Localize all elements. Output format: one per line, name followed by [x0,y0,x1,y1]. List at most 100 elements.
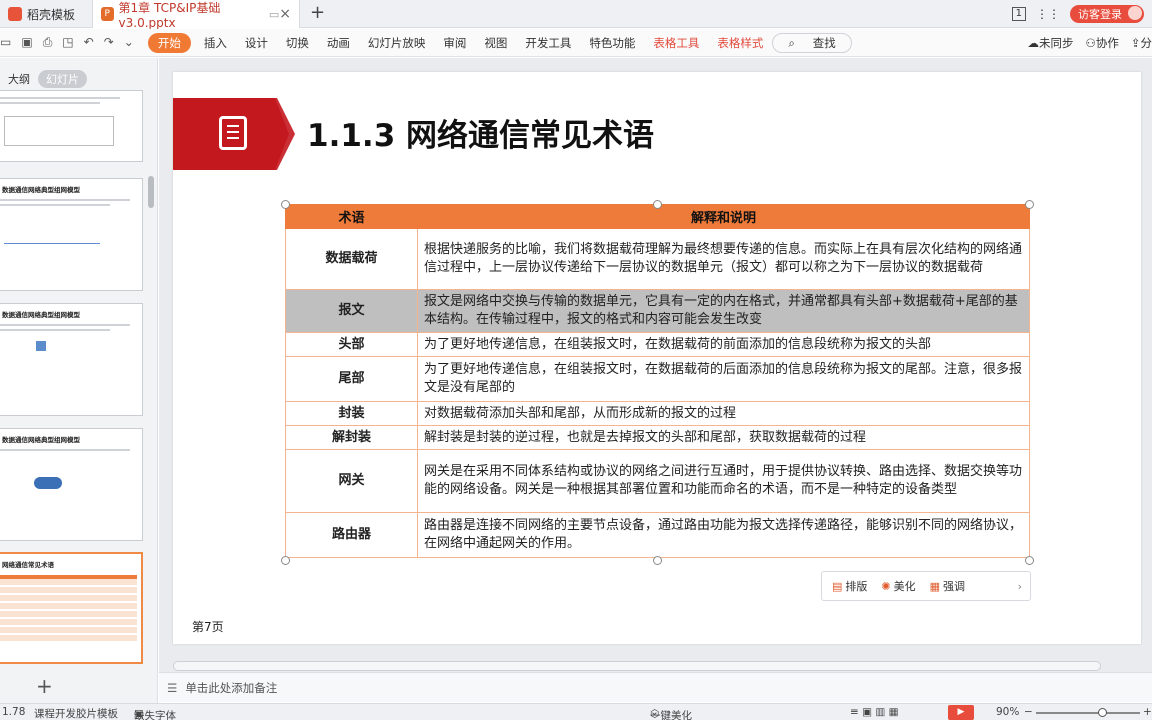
zoom-slider-knob[interactable] [1098,708,1107,717]
template-name[interactable]: 课程开发胶片模板 [34,706,118,720]
cloud-icon: ☁ [1027,36,1040,50]
play-slideshow-button[interactable]: ▶ [948,705,974,720]
table-row[interactable]: 封装 对数据载荷添加头部和尾部，从而形成新的报文的过程 [285,401,1030,426]
add-slide-icon[interactable]: + [36,674,53,698]
slide-thumbnail[interactable]: 数据通信网络典型组网模型 [0,303,143,416]
sync-status[interactable]: ☁未同步 [1028,35,1074,51]
search-label: 查找 [812,35,836,50]
tab-docer-templates[interactable]: 稻壳模板 [0,0,90,28]
slide-thumbnail[interactable] [0,90,143,162]
terms-table[interactable]: 术语 解释和说明 数据载荷 根据快递服务的比喻，我们将数据载荷理解为最终想要传递… [285,204,1030,558]
share-button[interactable]: ⇪分 [1131,35,1152,51]
table-row[interactable]: 数据载荷 根据快递服务的比喻，我们将数据载荷理解为最终想要传递的信息。而实际上在… [285,228,1030,290]
resize-handle[interactable] [281,556,290,565]
term-cell[interactable]: 尾部 [285,356,418,402]
more-chevron-icon[interactable]: ⌄ [124,35,134,50]
table-row-selected[interactable]: 报文 报文是网络中交换与传输的数据单元，它具有一定的内在格式，并通常都具有头部+… [285,289,1030,333]
zoom-level[interactable]: 90% [996,706,1019,718]
menu-table-style[interactable]: 表格样式 [708,35,772,51]
redo-icon[interactable]: ↷ [104,35,114,50]
description-cell[interactable]: 为了更好地传递信息，在组装报文时，在数据载荷的前面添加的信息段统称为报文的头部 [417,332,1030,357]
term-cell[interactable]: 报文 [285,289,418,333]
table-row[interactable]: 解封装 解封装是封装的逆过程，也就是去掉报文的头部和尾部，获取数据载荷的过程 [285,425,1030,450]
menu-transition[interactable]: 切换 [277,35,318,51]
resize-handle[interactable] [653,556,662,565]
status-slide-count: 1.78 [2,706,26,718]
panel-scrollbar[interactable] [148,176,154,208]
close-tab-icon[interactable]: × [279,6,291,22]
menu-slideshow[interactable]: 幻灯片放映 [359,35,435,51]
slides-panel: 大纲 幻灯片 数据通信网络典型组网模型 数据通信网络典型组网模型 数据通信网络典… [0,58,158,704]
resize-handle[interactable] [1025,556,1034,565]
description-cell[interactable]: 网关是在采用不同体系结构或协议的网络之间进行互通时，用于提供协议转换、路由选择、… [417,449,1030,513]
menu-design[interactable]: 设计 [236,35,277,51]
beautify-button[interactable]: ✺ 美化 [881,578,915,594]
term-cell[interactable]: 路由器 [285,512,418,558]
thumbnail-title: 数据通信网络典型组网模型 [2,186,80,194]
table-header-term[interactable]: 术语 [285,204,418,229]
layout-button[interactable]: ▤ 排版 [832,578,867,594]
menu-view[interactable]: 视图 [475,35,516,51]
print-preview-icon[interactable]: ◳ [62,35,73,50]
resize-handle[interactable] [653,200,662,209]
layout-icon: ▤ [832,580,843,593]
collaborate-button[interactable]: ⚇协作 [1086,35,1119,51]
slide-thumbnail-current[interactable]: 网络通信常见术语 [0,552,143,664]
slide-canvas[interactable]: 1.1.3 网络通信常见术语 术语 解释和说明 数据载荷 根据快递服务的比喻，我… [173,72,1141,644]
tab-outline[interactable]: 大纲 [8,71,30,87]
table-row[interactable]: 头部 为了更好地传递信息，在组装报文时，在数据载荷的前面添加的信息段统称为报文的… [285,332,1030,357]
menu-review[interactable]: 审阅 [434,35,475,51]
table-row[interactable]: 网关 网关是在采用不同体系结构或协议的网络之间进行互通时，用于提供协议转换、路由… [285,449,1030,513]
menu-special-features[interactable]: 特色功能 [580,35,644,51]
slide-title[interactable]: 1.1.3 网络通信常见术语 [307,110,654,155]
emphasize-label: 强调 [943,580,966,593]
term-cell[interactable]: 解封装 [285,425,418,450]
sparkle-icon: ✺ [881,580,891,593]
description-cell[interactable]: 解封装是封装的逆过程，也就是去掉报文的头部和尾部，获取数据载荷的过程 [417,425,1030,450]
notes-pane[interactable]: ☰ 单击此处添加备注 [159,672,1152,702]
print-icon[interactable]: ⎙ [43,35,53,50]
open-folder-icon[interactable]: ▭ [0,35,11,50]
monitor-icon[interactable]: ▭ [269,8,279,21]
search-button[interactable]: ⌕ 查找 [772,32,852,53]
new-tab-button[interactable]: + [310,2,325,23]
status-bar: 1.78 课程开发胶片模板 ▣ 缺失字体 ⬡ 一键美化 ⌄ ≡ ▣ ▥ ▦ ▶ … [0,703,1152,720]
slide-thumbnail[interactable]: 数据通信网络典型组网模型 [0,178,143,291]
term-cell[interactable]: 网关 [285,449,418,513]
zoom-in-icon[interactable]: + [1143,706,1152,718]
term-cell[interactable]: 头部 [285,332,418,357]
term-cell[interactable]: 封装 [285,401,418,426]
undo-icon[interactable]: ↶ [84,35,94,50]
table-row[interactable]: 尾部 为了更好地传递信息，在组装报文时，在数据载荷的后面添加的信息段统称为报文的… [285,356,1030,402]
login-button[interactable]: 访客登录 [1070,5,1144,23]
menu-developer[interactable]: 开发工具 [516,35,580,51]
menu-table-tools[interactable]: 表格工具 [644,35,708,51]
save-icon[interactable]: ▣ [21,35,32,50]
tab-pptx-document[interactable]: P 第1章 TCP&IP基础v3.0.pptx ▭ × [92,0,300,30]
one-click-beautify-button[interactable]: ⬡ 一键美化 ⌄ [650,706,692,720]
description-cell[interactable]: 根据快递服务的比喻，我们将数据载荷理解为最终想要传递的信息。而实际上在具有层次化… [417,228,1030,290]
view-icons[interactable]: ≡ ▣ ▥ ▦ [850,706,899,718]
page-indicator[interactable]: 1 [1011,7,1026,21]
horizontal-scrollbar[interactable] [173,661,1101,671]
resize-handle[interactable] [1025,200,1034,209]
apps-icon[interactable]: ⋮⋮ [1036,7,1060,21]
table-row[interactable]: 路由器 路由器是连接不同网络的主要节点设备，通过路由功能为报文选择传递路径，能够… [285,512,1030,558]
table-header-description[interactable]: 解释和说明 [417,204,1030,229]
description-cell[interactable]: 为了更好地传递信息，在组装报文时，在数据载荷的后面添加的信息段统称为报文的尾部。… [417,356,1030,402]
term-cell[interactable]: 数据载荷 [285,228,418,290]
zoom-slider[interactable] [1036,712,1140,714]
description-cell[interactable]: 路由器是连接不同网络的主要节点设备，通过路由功能为报文选择传递路径，能够识别不同… [417,512,1030,558]
zoom-out-icon[interactable]: − [1024,706,1033,718]
menu-animation[interactable]: 动画 [318,35,359,51]
menu-insert[interactable]: 插入 [195,35,236,51]
description-cell[interactable]: 对数据载荷添加头部和尾部，从而形成新的报文的过程 [417,401,1030,426]
menu-start[interactable]: 开始 [147,32,191,53]
thumbnail-title: 网络通信常见术语 [2,561,54,569]
slide-thumbnail[interactable]: 数据通信网络典型组网模型 [0,428,143,541]
tab-slides[interactable]: 幻灯片 [38,70,87,88]
description-cell[interactable]: 报文是网络中交换与传输的数据单元，它具有一定的内在格式，并通常都具有头部+数据载… [417,289,1030,333]
emphasize-button[interactable]: ▦ 强调 [930,578,965,594]
resize-handle[interactable] [281,200,290,209]
chevron-right-icon[interactable]: › [1018,580,1022,593]
